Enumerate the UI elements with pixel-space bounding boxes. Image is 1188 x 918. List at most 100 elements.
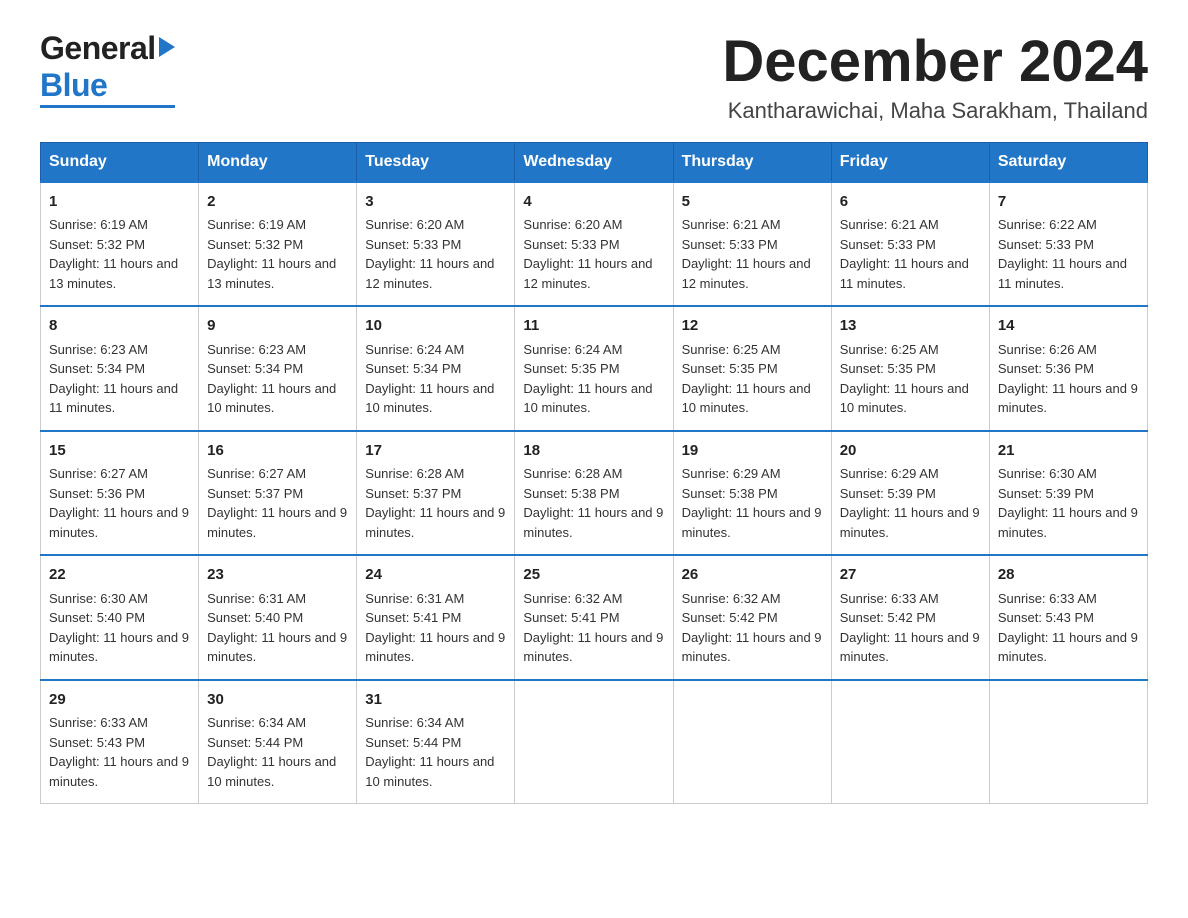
week-row-2: 8 Sunrise: 6:23 AMSunset: 5:34 PMDaylight… [41, 306, 1148, 431]
calendar-cell [989, 680, 1147, 804]
calendar-cell: 31Sunrise: 6:34 AMSunset: 5:44 PMDayligh… [357, 680, 515, 804]
week-row-3: 15Sunrise: 6:27 AMSunset: 5:36 PMDayligh… [41, 431, 1148, 556]
calendar-cell: 12Sunrise: 6:25 AMSunset: 5:35 PMDayligh… [673, 306, 831, 431]
calendar-cell: 29Sunrise: 6:33 AMSunset: 5:43 PMDayligh… [41, 680, 199, 804]
calendar-cell: 23Sunrise: 6:31 AMSunset: 5:40 PMDayligh… [199, 555, 357, 680]
day-info: Sunrise: 6:27 AMSunset: 5:36 PMDaylight:… [49, 464, 190, 542]
day-number: 27 [840, 564, 981, 587]
day-number: 4 [523, 191, 664, 214]
day-info: Sunrise: 6:28 AMSunset: 5:37 PMDaylight:… [365, 464, 506, 542]
calendar-cell: 15Sunrise: 6:27 AMSunset: 5:36 PMDayligh… [41, 431, 199, 556]
day-number: 23 [207, 564, 348, 587]
week-row-5: 29Sunrise: 6:33 AMSunset: 5:43 PMDayligh… [41, 680, 1148, 804]
day-info: Sunrise: 6:30 AMSunset: 5:39 PMDaylight:… [998, 464, 1139, 542]
title-area: December 2024 Kantharawichai, Maha Sarak… [722, 30, 1148, 124]
day-number: 6 [840, 191, 981, 214]
calendar-cell [515, 680, 673, 804]
day-number: 26 [682, 564, 823, 587]
day-info: Sunrise: 6:34 AMSunset: 5:44 PMDaylight:… [207, 713, 348, 791]
day-info: Sunrise: 6:22 AMSunset: 5:33 PMDaylight:… [998, 215, 1139, 293]
weekday-header-sunday: Sunday [41, 142, 199, 182]
day-number: 20 [840, 440, 981, 463]
day-info: Sunrise: 6:21 AMSunset: 5:33 PMDaylight:… [682, 215, 823, 293]
day-info: Sunrise: 6:21 AMSunset: 5:33 PMDaylight:… [840, 215, 981, 293]
day-info: Sunrise: 6:24 AMSunset: 5:34 PMDaylight:… [365, 340, 506, 418]
calendar-cell: 19Sunrise: 6:29 AMSunset: 5:38 PMDayligh… [673, 431, 831, 556]
calendar-cell: 18Sunrise: 6:28 AMSunset: 5:38 PMDayligh… [515, 431, 673, 556]
logo-arrow-icon [159, 37, 175, 57]
calendar-cell: 1Sunrise: 6:19 AMSunset: 5:32 PMDaylight… [41, 182, 199, 307]
day-info: Sunrise: 6:26 AMSunset: 5:36 PMDaylight:… [998, 340, 1139, 418]
day-number: 15 [49, 440, 190, 463]
day-number: 29 [49, 689, 190, 712]
day-info: Sunrise: 6:29 AMSunset: 5:39 PMDaylight:… [840, 464, 981, 542]
day-info: Sunrise: 6:25 AMSunset: 5:35 PMDaylight:… [840, 340, 981, 418]
day-info: Sunrise: 6:29 AMSunset: 5:38 PMDaylight:… [682, 464, 823, 542]
day-info: Sunrise: 6:33 AMSunset: 5:43 PMDaylight:… [49, 713, 190, 791]
calendar-table: SundayMondayTuesdayWednesdayThursdayFrid… [40, 142, 1148, 805]
calendar-cell: 11Sunrise: 6:24 AMSunset: 5:35 PMDayligh… [515, 306, 673, 431]
weekday-header-row: SundayMondayTuesdayWednesdayThursdayFrid… [41, 142, 1148, 182]
logo-underline [40, 105, 175, 108]
day-info: Sunrise: 6:25 AMSunset: 5:35 PMDaylight:… [682, 340, 823, 418]
calendar-cell: 22Sunrise: 6:30 AMSunset: 5:40 PMDayligh… [41, 555, 199, 680]
calendar-cell: 24Sunrise: 6:31 AMSunset: 5:41 PMDayligh… [357, 555, 515, 680]
weekday-header-tuesday: Tuesday [357, 142, 515, 182]
weekday-header-friday: Friday [831, 142, 989, 182]
weekday-header-monday: Monday [199, 142, 357, 182]
calendar-cell: 8Sunrise: 6:23 AMSunset: 5:34 PMDaylight… [41, 306, 199, 431]
day-info: Sunrise: 6:33 AMSunset: 5:42 PMDaylight:… [840, 589, 981, 667]
day-info: Sunrise: 6:30 AMSunset: 5:40 PMDaylight:… [49, 589, 190, 667]
calendar-cell: 6Sunrise: 6:21 AMSunset: 5:33 PMDaylight… [831, 182, 989, 307]
day-info: Sunrise: 6:32 AMSunset: 5:41 PMDaylight:… [523, 589, 664, 667]
day-info: Sunrise: 6:24 AMSunset: 5:35 PMDaylight:… [523, 340, 664, 418]
month-title: December 2024 [722, 30, 1148, 94]
day-info: Sunrise: 6:33 AMSunset: 5:43 PMDaylight:… [998, 589, 1139, 667]
calendar-cell [673, 680, 831, 804]
day-number: 25 [523, 564, 664, 587]
calendar-cell: 9Sunrise: 6:23 AMSunset: 5:34 PMDaylight… [199, 306, 357, 431]
calendar-cell: 17Sunrise: 6:28 AMSunset: 5:37 PMDayligh… [357, 431, 515, 556]
calendar-cell: 2Sunrise: 6:19 AMSunset: 5:32 PMDaylight… [199, 182, 357, 307]
day-info: Sunrise: 6:31 AMSunset: 5:40 PMDaylight:… [207, 589, 348, 667]
day-info: Sunrise: 6:19 AMSunset: 5:32 PMDaylight:… [49, 215, 190, 293]
calendar-cell: 27Sunrise: 6:33 AMSunset: 5:42 PMDayligh… [831, 555, 989, 680]
day-number: 9 [207, 315, 348, 338]
day-number: 8 [49, 315, 190, 338]
calendar-cell: 28Sunrise: 6:33 AMSunset: 5:43 PMDayligh… [989, 555, 1147, 680]
weekday-header-saturday: Saturday [989, 142, 1147, 182]
day-number: 3 [365, 191, 506, 214]
day-info: Sunrise: 6:34 AMSunset: 5:44 PMDaylight:… [365, 713, 506, 791]
calendar-cell: 13Sunrise: 6:25 AMSunset: 5:35 PMDayligh… [831, 306, 989, 431]
logo: General Blue [40, 30, 175, 108]
day-number: 11 [523, 315, 664, 338]
calendar-cell: 3Sunrise: 6:20 AMSunset: 5:33 PMDaylight… [357, 182, 515, 307]
calendar-cell: 7Sunrise: 6:22 AMSunset: 5:33 PMDaylight… [989, 182, 1147, 307]
day-number: 10 [365, 315, 506, 338]
day-number: 28 [998, 564, 1139, 587]
calendar-cell [831, 680, 989, 804]
calendar-cell: 30Sunrise: 6:34 AMSunset: 5:44 PMDayligh… [199, 680, 357, 804]
day-number: 16 [207, 440, 348, 463]
calendar-cell: 14Sunrise: 6:26 AMSunset: 5:36 PMDayligh… [989, 306, 1147, 431]
day-number: 7 [998, 191, 1139, 214]
day-info: Sunrise: 6:28 AMSunset: 5:38 PMDaylight:… [523, 464, 664, 542]
day-number: 13 [840, 315, 981, 338]
logo-general-text: General [40, 30, 156, 67]
location-title: Kantharawichai, Maha Sarakham, Thailand [722, 98, 1148, 124]
day-info: Sunrise: 6:20 AMSunset: 5:33 PMDaylight:… [523, 215, 664, 293]
day-number: 5 [682, 191, 823, 214]
day-number: 12 [682, 315, 823, 338]
day-info: Sunrise: 6:23 AMSunset: 5:34 PMDaylight:… [207, 340, 348, 418]
week-row-4: 22Sunrise: 6:30 AMSunset: 5:40 PMDayligh… [41, 555, 1148, 680]
day-number: 1 [49, 191, 190, 214]
day-number: 14 [998, 315, 1139, 338]
day-info: Sunrise: 6:31 AMSunset: 5:41 PMDaylight:… [365, 589, 506, 667]
day-number: 21 [998, 440, 1139, 463]
calendar-cell: 10Sunrise: 6:24 AMSunset: 5:34 PMDayligh… [357, 306, 515, 431]
day-info: Sunrise: 6:32 AMSunset: 5:42 PMDaylight:… [682, 589, 823, 667]
day-info: Sunrise: 6:19 AMSunset: 5:32 PMDaylight:… [207, 215, 348, 293]
day-number: 31 [365, 689, 506, 712]
weekday-header-wednesday: Wednesday [515, 142, 673, 182]
day-info: Sunrise: 6:20 AMSunset: 5:33 PMDaylight:… [365, 215, 506, 293]
